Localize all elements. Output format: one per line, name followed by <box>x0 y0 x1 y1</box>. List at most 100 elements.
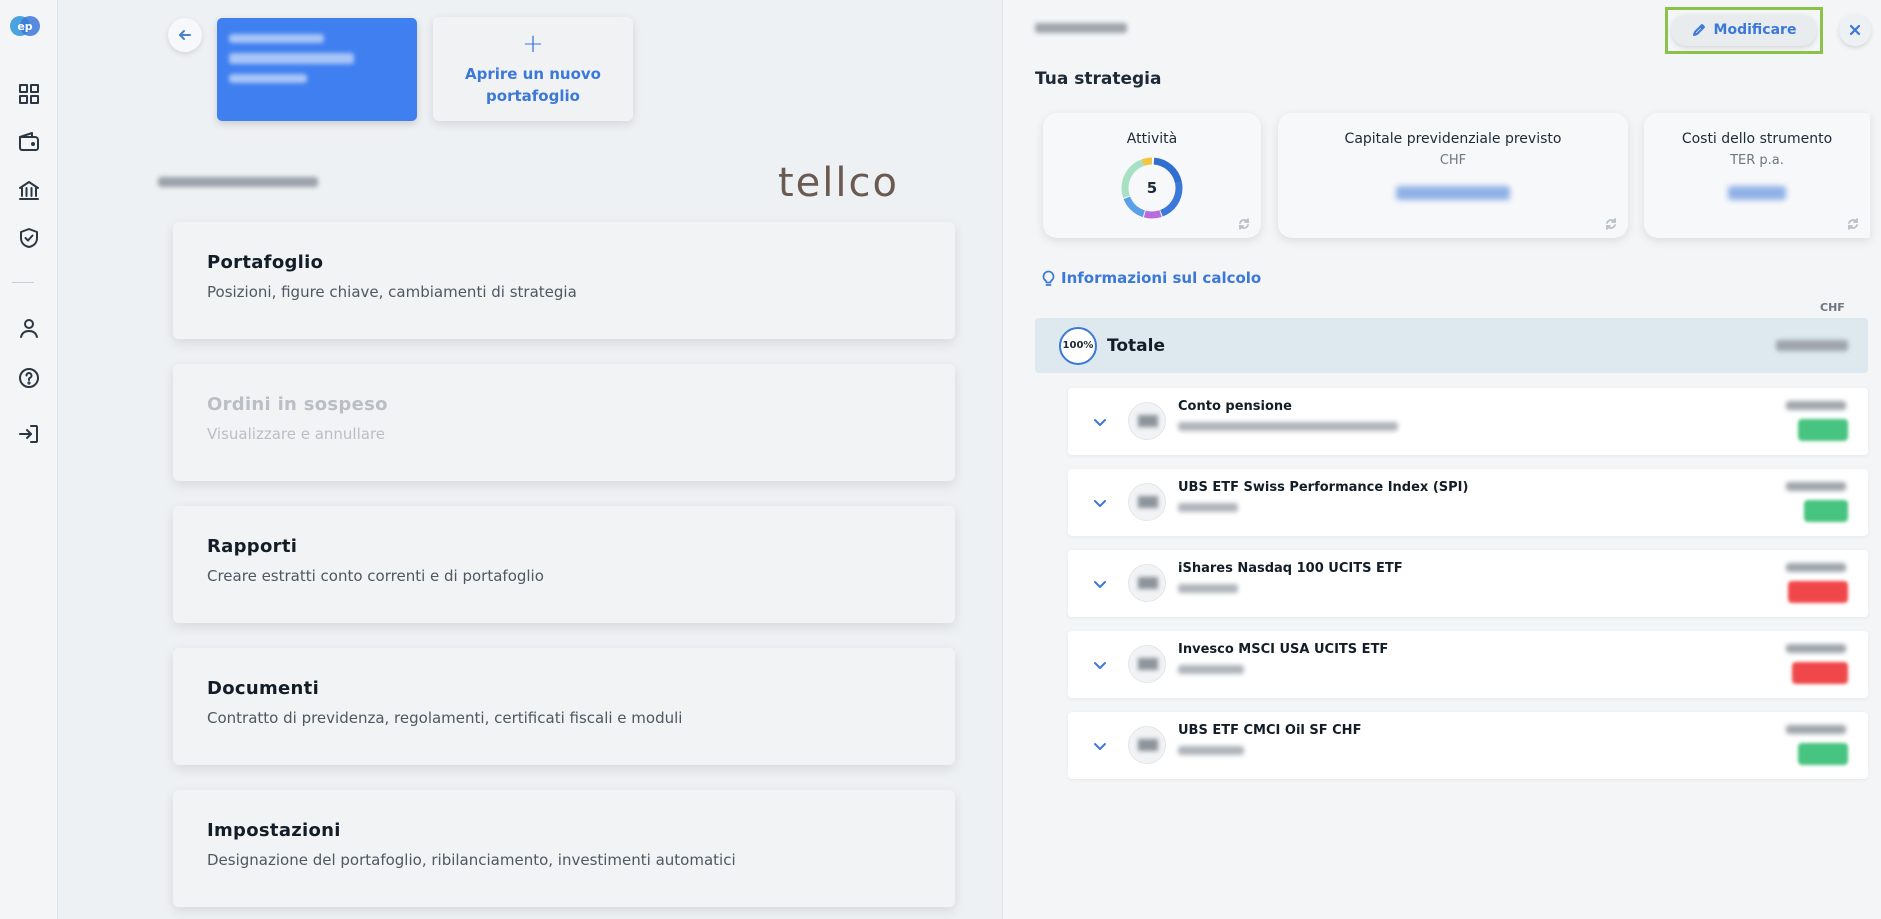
lightbulb-icon <box>1042 270 1055 286</box>
kpi-subtitle: TER p.a. <box>1730 153 1784 168</box>
performance-badge <box>1788 581 1848 603</box>
asset-logo <box>1128 402 1166 440</box>
asset-value-redacted <box>1786 725 1846 734</box>
menu-card-ordini: Ordini in sospeso Visualizzare e annulla… <box>173 364 955 481</box>
menu-card-impostazioni[interactable]: Impostazioni Designazione del portafogli… <box>173 790 955 907</box>
chevron-down-icon[interactable] <box>1092 657 1108 673</box>
back-button[interactable] <box>168 18 202 52</box>
wallet-icon[interactable] <box>10 123 48 161</box>
menu-card-subtitle: Posizioni, figure chiave, cambiamenti di… <box>207 283 577 301</box>
performance-badge <box>1804 500 1848 522</box>
menu-card-title: Rapporti <box>207 536 298 557</box>
close-icon <box>1849 24 1861 36</box>
left-panel: + Aprire un nuovo portafoglio tellco Por… <box>58 0 1002 919</box>
refresh-icon[interactable] <box>1846 216 1860 230</box>
total-row: 100% Totale <box>1035 318 1868 373</box>
kpi-costs[interactable]: Costi dello strumento TER p.a. <box>1644 113 1870 238</box>
asset-logo <box>1128 726 1166 764</box>
kpi-title: Capitale previdenziale previsto <box>1344 131 1562 147</box>
chevron-down-icon[interactable] <box>1092 576 1108 592</box>
asset-name: iShares Nasdaq 100 UCITS ETF <box>1178 561 1403 576</box>
asset-detail-redacted <box>1178 665 1244 674</box>
asset-detail-redacted <box>1178 746 1244 755</box>
performance-badge <box>1798 743 1848 765</box>
asset-row[interactable]: UBS ETF CMCI Oil SF CHF <box>1068 712 1868 779</box>
total-value-redacted <box>1776 340 1848 351</box>
asset-detail-redacted <box>1178 584 1238 593</box>
asset-name: UBS ETF CMCI Oil SF CHF <box>1178 723 1362 738</box>
close-button[interactable] <box>1839 14 1871 46</box>
new-portfolio-button[interactable]: + Aprire un nuovo portafoglio <box>433 17 633 121</box>
menu-card-title: Documenti <box>207 678 320 699</box>
menu-card-documenti[interactable]: Documenti Contratto di previdenza, regol… <box>173 648 955 765</box>
chevron-down-icon[interactable] <box>1092 495 1108 511</box>
section-title: Tua strategia <box>1035 69 1162 89</box>
calculation-info-link[interactable]: Informazioni sul calcolo <box>1041 269 1261 287</box>
refresh-icon[interactable] <box>1604 216 1618 230</box>
chevron-down-icon[interactable] <box>1092 738 1108 754</box>
menu-card-rapporti[interactable]: Rapporti Creare estratti conto correnti … <box>173 506 955 623</box>
arrow-left-icon <box>179 30 191 40</box>
refresh-icon[interactable] <box>1237 216 1251 230</box>
asset-row[interactable]: iShares Nasdaq 100 UCITS ETF <box>1068 550 1868 617</box>
strategy-panel: Modificare Tua strategia Attività 5 Capi… <box>1002 0 1881 919</box>
asset-logo <box>1128 645 1166 683</box>
asset-value-redacted <box>1786 482 1846 491</box>
help-icon[interactable] <box>10 359 48 397</box>
edit-button[interactable]: Modificare <box>1671 14 1817 46</box>
panel-title-redacted <box>1035 23 1127 33</box>
shield-check-icon[interactable] <box>10 219 48 257</box>
sidebar: ep <box>0 0 58 919</box>
asset-row[interactable]: Invesco MSCI USA UCITS ETF <box>1068 631 1868 698</box>
asset-row[interactable]: UBS ETF Swiss Performance Index (SPI) <box>1068 469 1868 536</box>
menu-card-subtitle: Designazione del portafoglio, ribilancia… <box>207 851 736 869</box>
total-percent: 100% <box>1059 326 1097 365</box>
asset-row[interactable]: Conto pensione <box>1068 388 1868 455</box>
logo-text: ep <box>17 20 32 33</box>
app-logo[interactable]: ep <box>10 14 40 38</box>
new-portfolio-label: Aprire un nuovo portafoglio <box>464 65 601 105</box>
bank-icon[interactable] <box>10 171 48 209</box>
performance-badge <box>1792 662 1848 684</box>
asset-name: Invesco MSCI USA UCITS ETF <box>1178 642 1389 657</box>
menu-card-title: Impostazioni <box>207 820 341 841</box>
kpi-capital[interactable]: Capitale previdenziale previsto CHF <box>1278 113 1628 238</box>
portfolio-name-redacted <box>158 177 318 187</box>
chevron-down-icon[interactable] <box>1092 414 1108 430</box>
capital-value-redacted <box>1396 186 1510 200</box>
asset-logo <box>1128 483 1166 521</box>
menu-card-title: Ordini in sospeso <box>207 394 388 415</box>
asset-value-redacted <box>1786 644 1846 653</box>
logout-icon[interactable] <box>10 415 48 453</box>
asset-logo <box>1128 564 1166 602</box>
kpi-activities[interactable]: Attività 5 <box>1043 113 1261 238</box>
asset-name: Conto pensione <box>1178 399 1292 414</box>
current-portfolio-card[interactable] <box>217 18 417 121</box>
ter-value-redacted <box>1728 186 1786 200</box>
menu-card-portafoglio[interactable]: Portafoglio Posizioni, figure chiave, ca… <box>173 222 955 339</box>
asset-detail-redacted <box>1178 503 1238 512</box>
pencil-icon <box>1692 24 1705 36</box>
menu-card-title: Portafoglio <box>207 252 324 273</box>
asset-detail-redacted <box>1178 422 1398 431</box>
kpi-title: Costi dello strumento <box>1681 131 1833 147</box>
dashboard-icon[interactable] <box>10 75 48 113</box>
menu-card-subtitle: Visualizzare e annullare <box>207 425 386 443</box>
activities-count: 5 <box>1146 179 1158 197</box>
sidebar-divider <box>12 282 34 283</box>
kpi-subtitle: CHF <box>1439 153 1467 168</box>
calculation-info-label: Informazioni sul calcolo <box>1061 269 1262 287</box>
provider-logo: tellco <box>778 160 899 206</box>
menu-card-subtitle: Contratto di previdenza, regolamenti, ce… <box>207 709 683 727</box>
asset-value-redacted <box>1786 401 1846 410</box>
currency-label: CHF <box>1820 301 1845 314</box>
kpi-title: Attività <box>1126 131 1178 147</box>
allocation-donut: 5 <box>1119 155 1185 221</box>
asset-name: UBS ETF Swiss Performance Index (SPI) <box>1178 480 1469 495</box>
plus-icon: + <box>522 29 544 59</box>
user-icon[interactable] <box>10 309 48 347</box>
asset-value-redacted <box>1786 563 1846 572</box>
performance-badge <box>1798 419 1848 441</box>
edit-button-label: Modificare <box>1713 22 1797 38</box>
total-label: Totale <box>1107 335 1165 356</box>
